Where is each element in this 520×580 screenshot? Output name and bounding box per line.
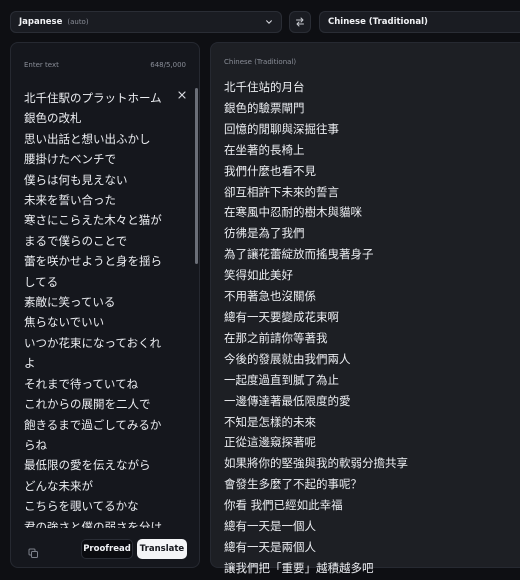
source-panel-label: Enter text (24, 61, 59, 69)
copy-source-button[interactable] (28, 544, 40, 558)
translation-line: 笑得如此美好 (224, 268, 293, 283)
translation-line: 不用著急也沒關係 (224, 289, 316, 304)
swap-languages-button[interactable] (289, 11, 311, 33)
target-language-select[interactable]: Chinese (Traditional) (319, 11, 520, 33)
translation-line: 如果將你的堅強與我的軟弱分擔共享 (224, 456, 408, 471)
source-text-line: 未来を誓い合った (24, 193, 116, 208)
source-text-line: 寒さにこらえた木々と猫が (24, 213, 162, 228)
source-text-line: してる (24, 274, 59, 289)
source-panel: Enter text 648/5,000 北千住駅のプラットホーム 銀色の改札思い… (10, 42, 200, 568)
source-text-line: 蕾を咲かせようと身を揺ら (24, 254, 162, 269)
translation-line: 銀色的驗票閘門 (224, 100, 305, 115)
translation-line: 總有一天要變成花束啊 (224, 309, 339, 324)
source-text-line: よ (24, 356, 36, 371)
source-text-line: これからの展開を二人で (24, 397, 151, 412)
source-text-line: 銀色の改札 (24, 111, 82, 126)
translation-line: 總有一天是兩個人 (224, 539, 316, 554)
source-text-line: いつか花束になっておくれ (24, 335, 162, 350)
source-text-line: 君の強さと僕の弱さを分け (24, 519, 162, 528)
translation-line: 一起度過直到膩了為止 (224, 372, 339, 387)
translation-line: 會發生多麼了不起的事呢？ (224, 477, 362, 492)
source-text-line: どんな未来が (24, 478, 93, 493)
translation-line: 我們什麼也看不見 (224, 163, 316, 178)
translation-line: 今後的發展就由我們兩人 (224, 351, 351, 366)
translation-line: 讓我們把「重要」越積越多吧 (224, 560, 374, 575)
translation-line: 彷彿是為了我們 (224, 226, 305, 241)
source-detect-label: (auto) (67, 18, 89, 26)
target-panel-label: Chinese (Traditional) (224, 58, 297, 66)
source-text-line: 僕らは何も見えない (24, 172, 128, 187)
source-text-input[interactable]: 北千住駅のプラットホーム 銀色の改札思い出話と想い出ふかし 腰掛けたベンチで 僕らは何… (24, 88, 174, 528)
clear-text-button[interactable] (176, 89, 188, 101)
char-counter: 648/5,000 (150, 61, 186, 69)
target-language-label: Chinese (Traditional) (328, 17, 428, 27)
source-text-line: 思い出話と想い出ふかし (24, 131, 151, 146)
translation-line: 在寒風中忍耐的樹木與貓咪 (224, 205, 362, 220)
copy-icon (28, 548, 38, 558)
translation-line: 卻互相許下未來的誓言 (224, 184, 339, 199)
source-text-line: 飽きるまで過ごしてみるか (24, 417, 162, 432)
translation-line: 不知是怎樣的未來 (224, 414, 316, 429)
source-scrollbar[interactable] (195, 88, 198, 264)
translation-line: 回憶的閒聊與深掘往事 (224, 121, 339, 136)
target-panel: Chinese (Traditional) 北千住站的月台 銀色的驗票閘門回憶的閒… (210, 42, 520, 575)
top-bar: Japanese (auto) Chinese (Traditional) (0, 0, 520, 42)
translation-line: 在坐著的長椅上 (224, 142, 305, 157)
translation-line: 總有一天是一個人 (224, 519, 316, 534)
source-text-line: それまで待っていてね (24, 376, 139, 391)
close-icon (178, 91, 186, 99)
translate-button[interactable]: Translate (137, 539, 187, 559)
source-text-line: 腰掛けたベンチで (24, 152, 116, 167)
source-text-line: こちらを覗いてるかな (24, 499, 139, 514)
translation-line: 北千住站的月台 (224, 80, 305, 94)
translation-output: 北千住站的月台 銀色的驗票閘門回憶的閒聊與深掘往事 在坐著的長椅上 我們什麼也看不見卻… (224, 77, 520, 579)
translation-line: 在那之前請你等著我 (224, 330, 328, 345)
source-language-label: Japanese (19, 17, 63, 27)
source-text-line: 素敵に笑っている (24, 295, 116, 310)
swap-icon (296, 17, 304, 27)
source-text-line: らね (24, 437, 47, 452)
translation-line: 一邊傳達著最低限度的愛 (224, 393, 351, 408)
proofread-button[interactable]: Proofread (81, 539, 133, 559)
source-text-line: 北千住駅のプラットホーム (24, 91, 162, 105)
chevron-down-icon (266, 20, 272, 24)
translation-line: 為了讓花蕾綻放而搖曳著身子 (224, 247, 374, 262)
source-text-line: まるで僕らのことで (24, 233, 128, 248)
translation-line: 正從這邊窺探著呢 (224, 435, 316, 450)
source-language-select[interactable]: Japanese (auto) (10, 11, 282, 33)
source-text-line: 最低限の愛を伝えながら (24, 458, 151, 473)
source-text-line: 焦らないでいい (24, 315, 105, 330)
translation-line: 你看 我們已經如此幸福 (224, 498, 343, 513)
